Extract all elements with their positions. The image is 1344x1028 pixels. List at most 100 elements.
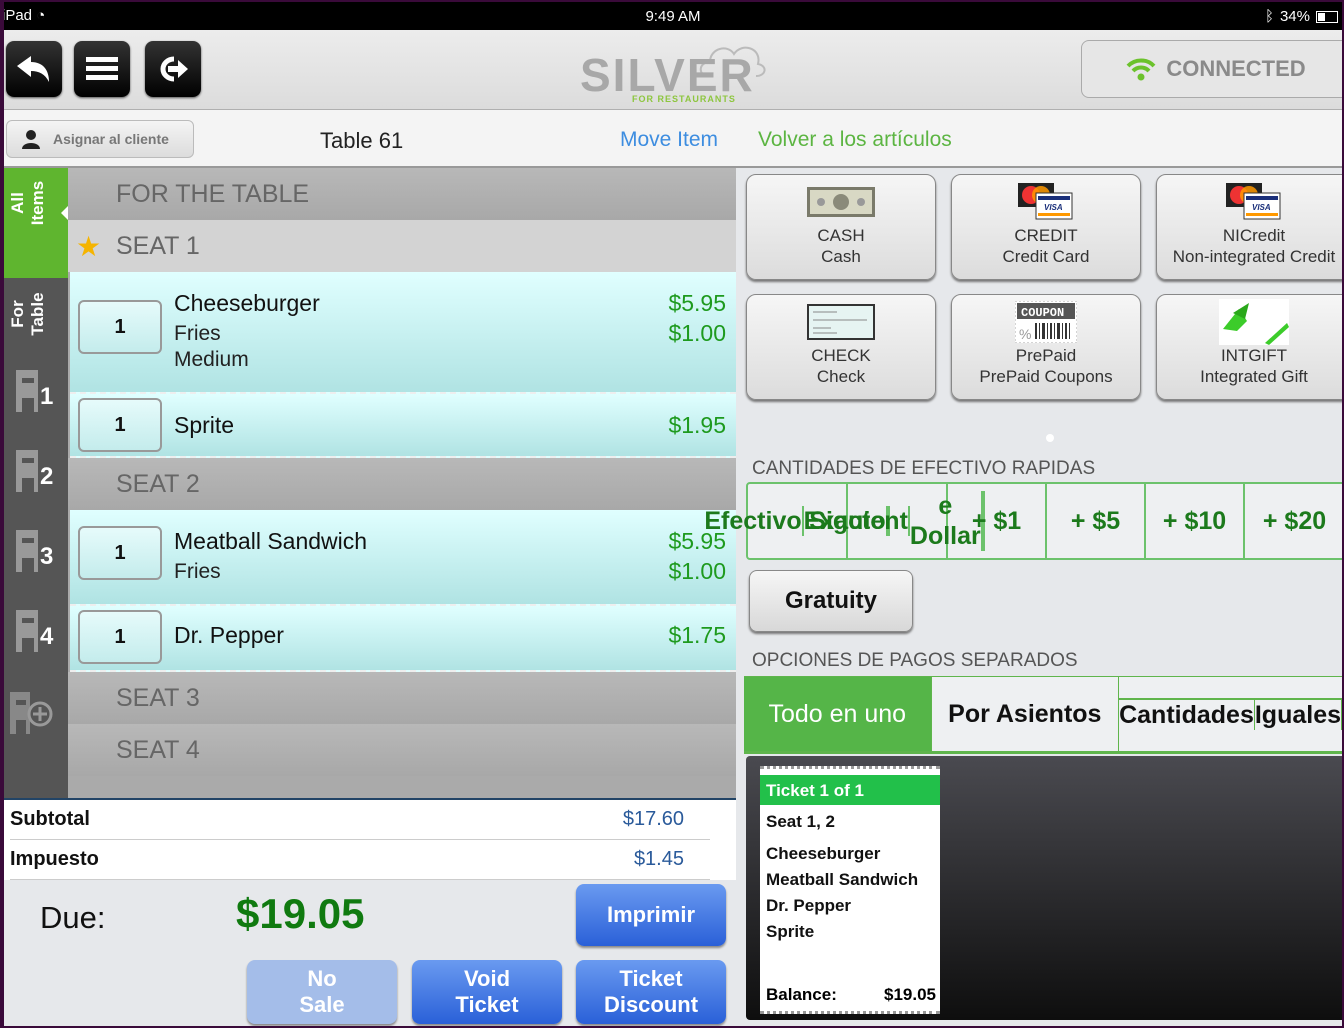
- split-equal-amounts[interactable]: Cantidades Iguales: [1119, 676, 1342, 751]
- quantity-box[interactable]: 1: [78, 610, 162, 664]
- pay-check-button[interactable]: CHECK Check: [746, 294, 936, 400]
- battery-icon: [1316, 10, 1338, 23]
- pay-credit-button[interactable]: VISA CREDIT Credit Card: [951, 174, 1141, 280]
- pay-cash-button[interactable]: CASH Cash: [746, 174, 936, 280]
- item-modifier: Fries: [174, 560, 221, 583]
- logout-button[interactable]: [145, 41, 201, 97]
- svg-text:4: 4: [40, 623, 54, 650]
- ticket-item: Meatball Sandwich: [766, 870, 919, 889]
- order-item[interactable]: 1 Cheeseburger Fries Medium $5.95 $1.00: [70, 272, 736, 394]
- move-item-link[interactable]: Move Item: [620, 128, 718, 152]
- svg-text:2: 2: [40, 463, 53, 490]
- tab-seat-2[interactable]: 2: [12, 446, 62, 496]
- tab-seat-1[interactable]: 1: [12, 366, 62, 416]
- ticket-discount-button[interactable]: Ticket Discount: [576, 960, 726, 1024]
- no-sale-button[interactable]: No Sale: [247, 960, 397, 1024]
- clock: 9:49 AM: [645, 8, 701, 25]
- order-list: FOR THE TABLE ★ SEAT 1 1 Cheeseburger Fr…: [68, 168, 736, 798]
- pay-nicredit-button[interactable]: VISA NICredit Non-integrated Credit: [1156, 174, 1342, 280]
- quick-cash-plus-10[interactable]: + $10: [1146, 484, 1246, 558]
- chair-icon: 4: [16, 610, 54, 652]
- sub-header: Asignar al cliente Table 61 Move Item Vo…: [4, 110, 1342, 168]
- page-indicator-dot[interactable]: [1046, 434, 1054, 442]
- section-header-seat-1[interactable]: ★ SEAT 1: [68, 220, 736, 272]
- void-ticket-button[interactable]: Void Ticket: [412, 960, 562, 1024]
- tab-all-items[interactable]: All Items: [4, 168, 68, 278]
- logout-icon: [160, 56, 188, 82]
- modifier-price: $1.00: [668, 558, 726, 584]
- section-header-seat-4[interactable]: SEAT 4: [68, 724, 736, 776]
- quantity-box[interactable]: 1: [78, 300, 162, 354]
- hamburger-menu-icon: [86, 57, 118, 80]
- star-icon: ★: [76, 231, 102, 262]
- dollar-bill-icon: [807, 187, 875, 217]
- connection-status[interactable]: CONNECTED: [1081, 40, 1342, 98]
- item-name: Sprite: [174, 412, 235, 438]
- gratuity-button[interactable]: Gratuity: [749, 570, 913, 632]
- ticket-seats: Seat 1, 2: [766, 812, 835, 831]
- quantity-box[interactable]: 1: [78, 526, 162, 580]
- order-item[interactable]: 1 Dr. Pepper $1.75: [70, 606, 736, 672]
- section-header-for-table[interactable]: FOR THE TABLE: [68, 168, 736, 220]
- quick-cash-next-dollar[interactable]: Siguient e Dollar: [809, 484, 985, 558]
- back-to-items-link[interactable]: Volver a los artículos: [758, 128, 952, 152]
- ticket-card[interactable]: Ticket 1 of 1 Seat 1, 2 Cheeseburger Mea…: [760, 766, 940, 1014]
- quick-cash-plus-5[interactable]: + $5: [1047, 484, 1147, 558]
- quick-cash-plus-1[interactable]: + $1: [948, 484, 1048, 558]
- tab-seat-3[interactable]: 3: [12, 526, 62, 576]
- add-seat-icon: [10, 692, 53, 734]
- chair-icon: 2: [16, 450, 53, 492]
- section-header-seat-2[interactable]: SEAT 2: [68, 458, 736, 510]
- selected-arrow-icon: [61, 206, 68, 220]
- item-modifier: Fries: [174, 322, 221, 345]
- order-item[interactable]: 1 Meatball Sandwich Fries $5.95 $1.00: [70, 510, 736, 606]
- tax-value: $1.45: [633, 848, 684, 870]
- subtotal-row: Subtotal $17.60: [10, 800, 710, 840]
- quantity-box[interactable]: 1: [78, 398, 162, 452]
- split-by-seats[interactable]: Por Asientos: [931, 676, 1120, 751]
- back-button[interactable]: [6, 41, 62, 97]
- chair-icon: 3: [16, 530, 53, 572]
- item-price: $5.95: [668, 290, 726, 316]
- pay-prepaid-button[interactable]: COUPON% PrePaid PrePaid Coupons: [951, 294, 1141, 400]
- table-name: Table 61: [320, 128, 404, 153]
- print-button[interactable]: Imprimir: [576, 884, 726, 946]
- quick-cash-options: Efectivo Exacto Siguient e Dollar + $1 + $…: [704, 482, 1342, 560]
- quick-cash-title: CANTIDADES DE EFECTIVO RAPIDAS: [752, 458, 1096, 479]
- item-price: $1.95: [668, 412, 726, 438]
- split-options: Todo en uno Por Asientos Cantidades Igual…: [744, 676, 1342, 754]
- tab-for-table[interactable]: For Table: [4, 278, 68, 358]
- due-label: Due:: [40, 900, 106, 935]
- split-all-in-one[interactable]: Todo en uno: [744, 676, 932, 751]
- gift-ribbon-icon: [1219, 299, 1289, 345]
- svg-text:VISA: VISA: [1044, 203, 1063, 212]
- item-name: Cheeseburger: [174, 290, 320, 316]
- order-item[interactable]: 1 Sprite $1.95: [70, 394, 736, 458]
- ticket-tray: Ticket 1 of 1 Seat 1, 2 Cheeseburger Mea…: [746, 756, 1342, 1020]
- credit-cards-icon: VISA: [1018, 183, 1073, 220]
- seat-tabs: All Items For Table 1 2 3 4: [4, 168, 68, 798]
- svg-text:3: 3: [40, 543, 53, 570]
- ticket-header: Ticket 1 of 1: [760, 775, 940, 805]
- assign-customer-button[interactable]: Asignar al cliente: [6, 120, 194, 158]
- ticket-balance: Balance: $19.05: [766, 985, 936, 1004]
- pay-intgift-button[interactable]: INTGIFT Integrated Gift: [1156, 294, 1342, 400]
- menu-button[interactable]: [74, 41, 130, 97]
- due-amount: $19.05: [236, 890, 365, 937]
- status-bar: iPad ◔ 9:49 AM ᛒ 34%: [4, 2, 1342, 30]
- section-header-seat-3[interactable]: SEAT 3: [68, 672, 736, 724]
- subtotal-value: $17.60: [622, 808, 684, 830]
- top-bar: SILVER FOR RESTAURANTS CONNECTED: [4, 30, 1342, 110]
- totals-panel: Subtotal $17.60 Impuesto $1.45: [4, 798, 736, 880]
- payment-panel: CASH Cash VISA CREDIT Credit Card VISA N…: [704, 168, 1342, 1026]
- ticket-item: Dr. Pepper: [766, 896, 852, 915]
- item-price: $1.75: [668, 622, 726, 648]
- tab-seat-4[interactable]: 4: [12, 606, 62, 656]
- tax-row: Impuesto $1.45: [10, 840, 710, 880]
- quick-cash-plus-20[interactable]: + $20: [1245, 484, 1342, 558]
- chair-icon: 1: [16, 370, 53, 412]
- split-options-title: OPCIONES DE PAGOS SEPARADOS: [752, 650, 1078, 671]
- person-icon: [22, 130, 40, 149]
- svg-text:%: %: [1019, 326, 1031, 342]
- add-seat-button[interactable]: [6, 688, 56, 738]
